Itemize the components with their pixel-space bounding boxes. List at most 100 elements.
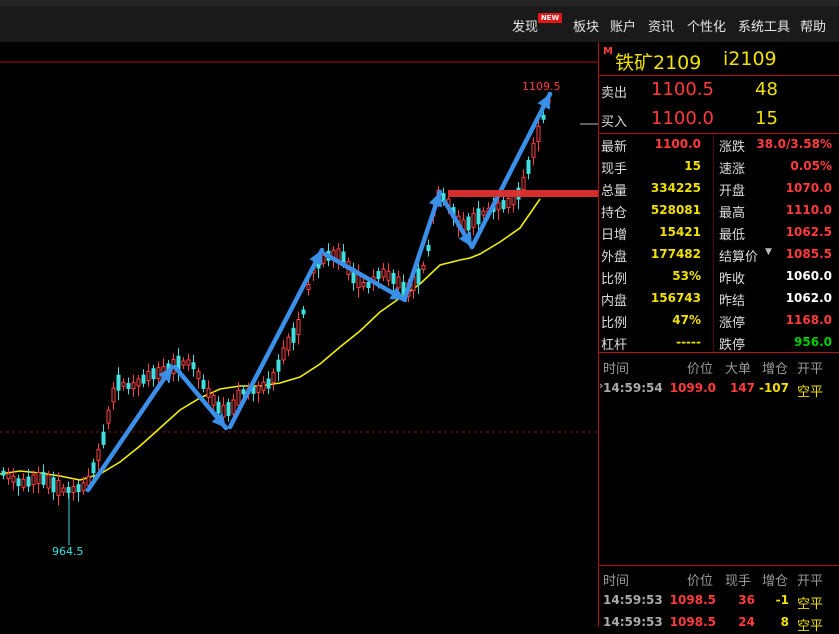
candle-body — [276, 359, 281, 372]
tick-time: 14:59:53 — [603, 593, 663, 607]
candle-body — [76, 484, 81, 493]
title-band — [0, 0, 839, 6]
candle-body — [526, 159, 531, 174]
tick-type: 空平 — [797, 619, 824, 634]
chart-low-label: 964.5 — [52, 545, 84, 558]
new-badge: NEW — [538, 13, 562, 23]
quote-panel: M 铁矿2109 i2109 卖出 1100.5 48 买入 1100.0 15… — [598, 42, 839, 634]
candle-body — [301, 309, 306, 315]
flag-mark: M — [603, 46, 613, 57]
stat-label: 总量 — [601, 184, 628, 199]
column-header[interactable]: 价位 — [687, 358, 713, 377]
stat-value: 334225 — [650, 181, 701, 195]
stat-value: 1060.0 — [785, 269, 832, 283]
candle-body — [236, 389, 241, 406]
candle-body — [536, 125, 541, 142]
column-header[interactable]: 大单 — [725, 358, 751, 377]
kline-chart[interactable]: 1109.5 964.5 — [0, 42, 668, 627]
candle-body — [91, 462, 96, 474]
candle-body — [361, 281, 366, 287]
column-header[interactable]: 增仓 — [762, 570, 788, 589]
candle-body — [1, 470, 6, 476]
candle-body — [116, 374, 121, 391]
candle-body — [481, 210, 486, 216]
candle-body — [51, 477, 56, 493]
chart-high-label: 1109.5 — [522, 80, 561, 93]
stat-value: 956.0 — [794, 335, 832, 349]
candle-body — [521, 176, 526, 190]
trend-arrow-shaft — [227, 247, 325, 430]
stat-value: 0.05% — [790, 159, 832, 173]
candle-body — [16, 478, 21, 487]
selected-row-marker: › — [599, 379, 604, 392]
candle-body — [271, 371, 276, 383]
candle-body — [496, 202, 501, 211]
column-header[interactable]: 现手 — [725, 570, 751, 589]
bid-label: 买入 — [601, 115, 628, 130]
candle-body — [131, 382, 136, 390]
ask-price: 1100.5 — [651, 79, 714, 100]
candle-body — [381, 268, 386, 278]
candle-body — [121, 381, 126, 387]
candle-body — [196, 371, 201, 380]
candle-body — [191, 362, 196, 370]
candle-body — [281, 347, 286, 361]
menu-news[interactable]: 资讯 — [648, 16, 674, 35]
candle-body — [506, 198, 511, 208]
tick-volume: 147 — [729, 381, 755, 395]
tick-time: 14:59:54 — [603, 381, 663, 395]
column-header[interactable]: 时间 — [603, 358, 629, 377]
candle-body — [26, 476, 31, 487]
candle-body — [231, 399, 236, 415]
candle-body — [61, 487, 66, 493]
candle-body — [426, 245, 431, 251]
stat-label: 最新 — [601, 140, 628, 155]
top-menu-bar: 发现 NEW 板块 账户 资讯 个性化 系统工具 帮助 — [0, 0, 839, 42]
tick-volume: 36 — [738, 593, 755, 607]
candle-body — [256, 384, 261, 393]
column-header[interactable]: 开平 — [797, 358, 823, 377]
column-header[interactable]: 开平 — [797, 570, 823, 589]
stat-label: 速涨 — [719, 162, 746, 177]
candle-body — [46, 474, 51, 489]
stat-value: 47% — [672, 313, 701, 327]
stat-label: 跌停 — [719, 338, 746, 353]
candle-body — [21, 478, 26, 488]
candle-body — [41, 471, 46, 485]
candle-body — [466, 216, 471, 231]
candle-body — [151, 368, 156, 380]
menu-system-tools[interactable]: 系统工具 — [738, 16, 790, 35]
column-header[interactable]: 价位 — [687, 570, 713, 589]
column-header[interactable]: 时间 — [603, 570, 629, 589]
column-header[interactable]: 增仓 — [762, 358, 788, 377]
candle-body — [366, 282, 371, 288]
candle-body — [6, 473, 11, 480]
candle-body — [321, 254, 326, 264]
stat-label: 杠杆 — [601, 338, 628, 353]
menu-help[interactable]: 帮助 — [800, 16, 826, 35]
stat-label: 涨跌 — [719, 140, 746, 155]
candle-body — [386, 270, 391, 281]
chevron-down-icon[interactable]: ▼ — [765, 247, 772, 257]
menu-sectors[interactable]: 板块 — [573, 16, 599, 35]
candle-body — [291, 327, 296, 343]
menu-discover[interactable]: 发现 — [512, 16, 538, 35]
stat-label: 持仓 — [601, 206, 628, 221]
trend-arrow-shaft — [469, 91, 553, 250]
candle-body — [71, 485, 76, 493]
candle-body — [501, 200, 506, 210]
stat-label: 昨收 — [719, 272, 746, 287]
candle-body — [296, 319, 301, 335]
tick-price: 1098.5 — [669, 593, 716, 607]
menu-account[interactable]: 账户 — [610, 16, 636, 35]
candle-body — [136, 378, 141, 387]
candle-body — [111, 387, 116, 403]
candle-body — [396, 276, 401, 289]
candle-body — [226, 402, 231, 417]
stat-value: 177482 — [650, 247, 701, 261]
candle-body — [31, 474, 36, 486]
candle-body — [286, 336, 291, 351]
ask-volume: 48 — [755, 79, 778, 100]
menu-personalize[interactable]: 个性化 — [687, 16, 726, 35]
candle-body — [96, 448, 101, 461]
